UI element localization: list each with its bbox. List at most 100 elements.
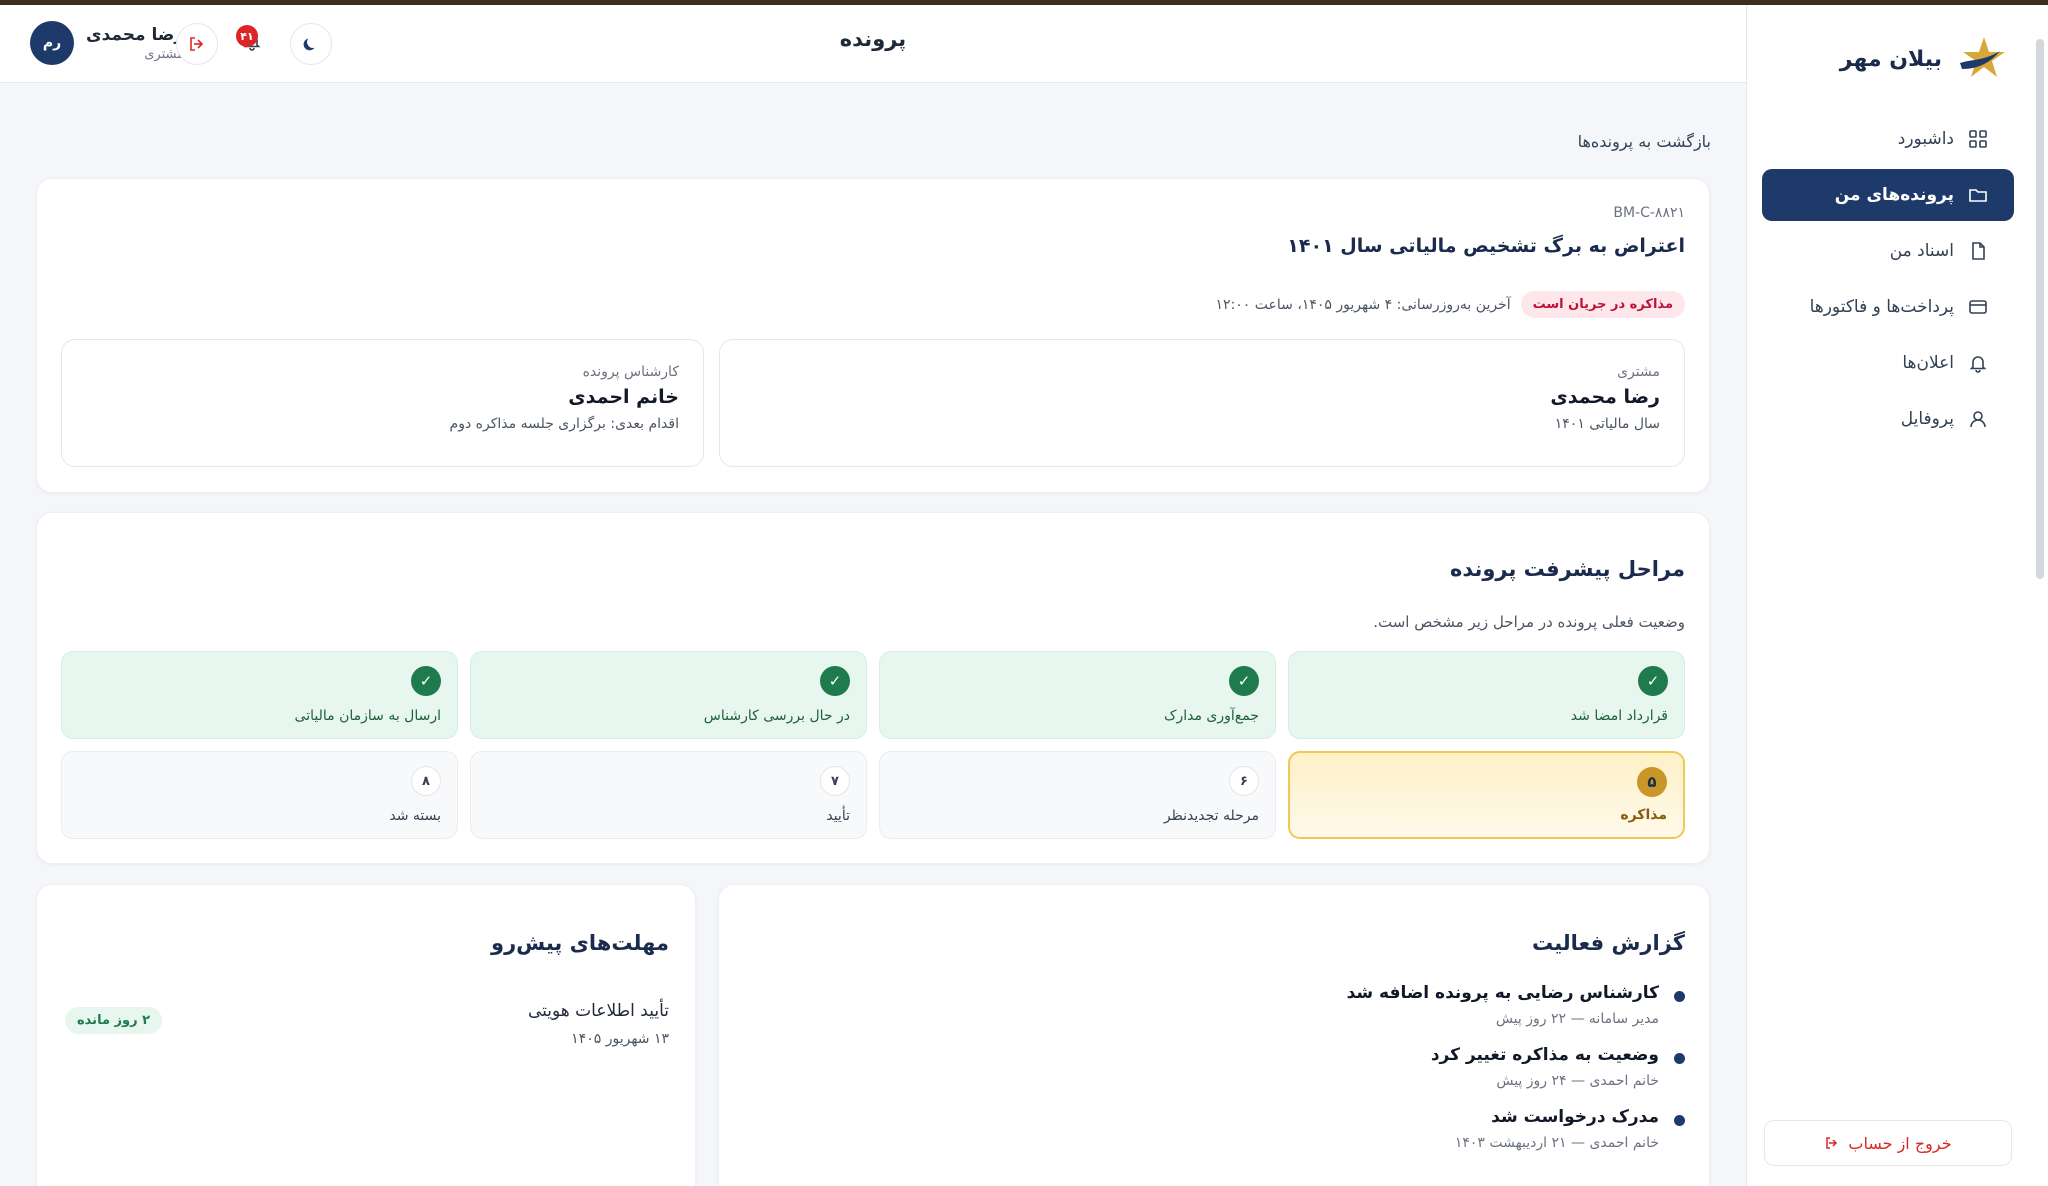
activity-card: گزارش فعالیت کارشناس رضایی به پرونده اضا… [718, 884, 1710, 1186]
stage-card: ۶ مرحله تجدیدنظر [879, 751, 1276, 839]
client-label: مشتری [1617, 364, 1660, 380]
deadline-date: ۱۳ شهریور ۱۴۰۵ [571, 1031, 669, 1047]
logout-label: خروج از حساب [1848, 1133, 1952, 1153]
expert-info-box: کارشناس پرونده خانم احمدی اقدام بعدی: بر… [61, 339, 704, 467]
stage-number: ۵ [1637, 767, 1667, 797]
top-accent-bar [0, 0, 2048, 5]
case-summary-card: BM-C-۸۸۲۱ اعتراض به برگ تشخیص مالیاتی سا… [36, 178, 1710, 493]
activity-item-meta: مدیر سامانه — ۲۲ روز پیش [1495, 1011, 1659, 1027]
stage-label: مرحله تجدیدنظر [1163, 808, 1259, 824]
logout-icon [190, 37, 204, 51]
sidebar-item-label: پرونده‌های من [1834, 185, 1954, 205]
list-item: وضعیت به مذاکره تغییر کرد خانم احمدی — ۲… [985, 1045, 1685, 1089]
client-info-box: مشتری رضا محمدی سال مالیاتی ۱۴۰۱ [719, 339, 1685, 467]
card-icon [1969, 300, 1987, 314]
user-menu[interactable]: رضا محمدی مشتری رم [30, 21, 184, 65]
stage-label: قرارداد امضا شد [1570, 708, 1668, 724]
user-icon [1970, 411, 1986, 428]
case-code: BM-C-۸۸۲۱ [1613, 205, 1685, 221]
logout-icon [1826, 1137, 1838, 1149]
deadlines-title: مهلت‌های پیش‌رو [491, 931, 669, 955]
deadlines-card: مهلت‌های پیش‌رو تأیید اطلاعات هویتی ۱۳ ش… [36, 884, 696, 1186]
top-header: پرونده رضا محمدی مشتری رم ۴۱ [0, 5, 1746, 83]
last-update: آخرین به‌روزرسانی: ۴ شهریور ۱۴۰۵، ساعت ۱… [1215, 296, 1511, 313]
bell-icon [1969, 356, 1987, 373]
client-tax-year: سال مالیاتی ۱۴۰۱ [1554, 416, 1660, 432]
progress-description: وضعیت فعلی پرونده در مراحل زیر مشخص است. [1373, 613, 1685, 631]
stage-number: ۶ [1229, 766, 1259, 796]
sidebar-item-payments[interactable]: پرداخت‌ها و فاکتورها [1762, 281, 2014, 333]
stage-label: در حال بررسی کارشناس [703, 708, 850, 724]
expert-next-action: اقدام بعدی: برگزاری جلسه مذاکره دوم [449, 416, 679, 432]
stage-card-current: ۵ مذاکره [1288, 751, 1685, 839]
sidebar-item-label: پروفایل [1900, 409, 1954, 429]
stage-card: ✓ جمع‌آوری مدارک [879, 651, 1276, 739]
grid-icon [1969, 130, 1987, 148]
stage-card: ۸ بسته شد [61, 751, 458, 839]
activity-list: کارشناس رضایی به پرونده اضافه شد مدیر سا… [985, 983, 1685, 1169]
theme-toggle-button[interactable] [290, 23, 332, 65]
stage-card: ✓ ارسال به سازمان مالیاتی [61, 651, 458, 739]
activity-item-title: کارشناس رضایی به پرونده اضافه شد [1346, 983, 1659, 1003]
sidebar-item-label: داشبورد [1897, 129, 1954, 149]
progress-card: مراحل پیشرفت پرونده وضعیت فعلی پرونده در… [36, 512, 1710, 864]
sidebar-item-label: اعلان‌ها [1902, 353, 1954, 373]
stage-card: ✓ در حال بررسی کارشناس [470, 651, 867, 739]
sidebar-item-notifications[interactable]: اعلان‌ها [1762, 337, 2014, 389]
brand-logo-icon [1960, 37, 2005, 77]
sidebar-item-my-documents[interactable]: اسناد من [1762, 225, 2014, 277]
list-item: مدرک درخواست شد خانم احمدی — ۲۱ اردیبهشت… [985, 1107, 1685, 1151]
status-badge: مذاکره در جریان است [1520, 291, 1685, 318]
expert-label: کارشناس پرونده [582, 364, 679, 380]
notification-badge: ۴۱ [236, 25, 258, 47]
deadline-remaining-badge: ۲ روز مانده [65, 1007, 163, 1034]
list-item: کارشناس رضایی به پرونده اضافه شد مدیر سا… [985, 983, 1685, 1027]
moon-icon [303, 38, 315, 51]
user-info: رضا محمدی مشتری [86, 25, 184, 62]
stage-label: ارسال به سازمان مالیاتی [294, 708, 441, 724]
sidebar-item-my-cases[interactable]: پرونده‌های من [1762, 169, 2014, 221]
stage-label: تأیید [826, 808, 850, 824]
deadline-title: تأیید اطلاعات هویتی [527, 1001, 669, 1021]
activity-item-meta: خانم احمدی — ۲۱ اردیبهشت ۱۴۰۳ [1454, 1135, 1659, 1151]
sidebar-item-label: پرداخت‌ها و فاکتورها [1809, 297, 1954, 317]
activity-item-meta: خانم احمدی — ۲۴ روز پیش [1496, 1073, 1659, 1089]
stage-number: ۸ [411, 766, 441, 796]
deadline-item: تأیید اطلاعات هویتی ۱۳ شهریور ۱۴۰۵ [528, 1001, 669, 1047]
stage-card: ۷ تأیید [470, 751, 867, 839]
notification-button[interactable]: ۴۱ [234, 23, 270, 59]
check-icon: ✓ [411, 666, 441, 696]
case-status-row: مذاکره در جریان است آخرین به‌روزرسانی: ۴… [1216, 291, 1685, 318]
brand[interactable]: بیلان مهر [1840, 33, 2006, 85]
avatar[interactable]: رم [30, 21, 74, 65]
check-icon: ✓ [1229, 666, 1259, 696]
progress-title: مراحل پیشرفت پرونده [1449, 557, 1685, 581]
brand-name: بیلان مهر [1839, 46, 1942, 72]
header-logout-button[interactable] [176, 23, 218, 65]
case-title: اعتراض به برگ تشخیص مالیاتی سال ۱۴۰۱ [1287, 235, 1685, 257]
timeline-dot [1674, 1115, 1685, 1126]
sidebar-nav: داشبورد پرونده‌های من اسناد من پرداخت‌ها… [1762, 113, 2014, 449]
stage-number: ۷ [820, 766, 850, 796]
stage-label: بسته شد [389, 808, 441, 824]
activity-title: گزارش فعالیت [1531, 931, 1685, 955]
back-to-cases-link[interactable]: بازگشت به پرونده‌ها [1578, 132, 1711, 151]
timeline-dot [1674, 991, 1685, 1002]
folder-icon [1969, 189, 1987, 202]
stage-card: ✓ قرارداد امضا شد [1288, 651, 1685, 739]
activity-item-title: مدرک درخواست شد [1491, 1107, 1659, 1127]
check-icon: ✓ [1638, 666, 1668, 696]
sidebar-item-profile[interactable]: پروفایل [1762, 393, 2014, 445]
check-icon: ✓ [820, 666, 850, 696]
stage-label: جمع‌آوری مدارک [1163, 708, 1259, 724]
user-name: رضا محمدی [86, 24, 185, 45]
sidebar: بیلان مهر داشبورد پرونده‌های من اسناد من… [1746, 5, 2048, 1186]
activity-item-title: وضعیت به مذاکره تغییر کرد [1430, 1045, 1659, 1065]
client-name: رضا محمدی [1550, 386, 1660, 408]
sidebar-item-label: اسناد من [1889, 241, 1954, 261]
sidebar-logout-button[interactable]: خروج از حساب [1764, 1120, 2012, 1166]
stage-label: مذاکره [1620, 807, 1667, 823]
scrollbar[interactable] [2036, 39, 2044, 579]
expert-name: خانم احمدی [568, 386, 679, 408]
sidebar-item-dashboard[interactable]: داشبورد [1762, 113, 2014, 165]
